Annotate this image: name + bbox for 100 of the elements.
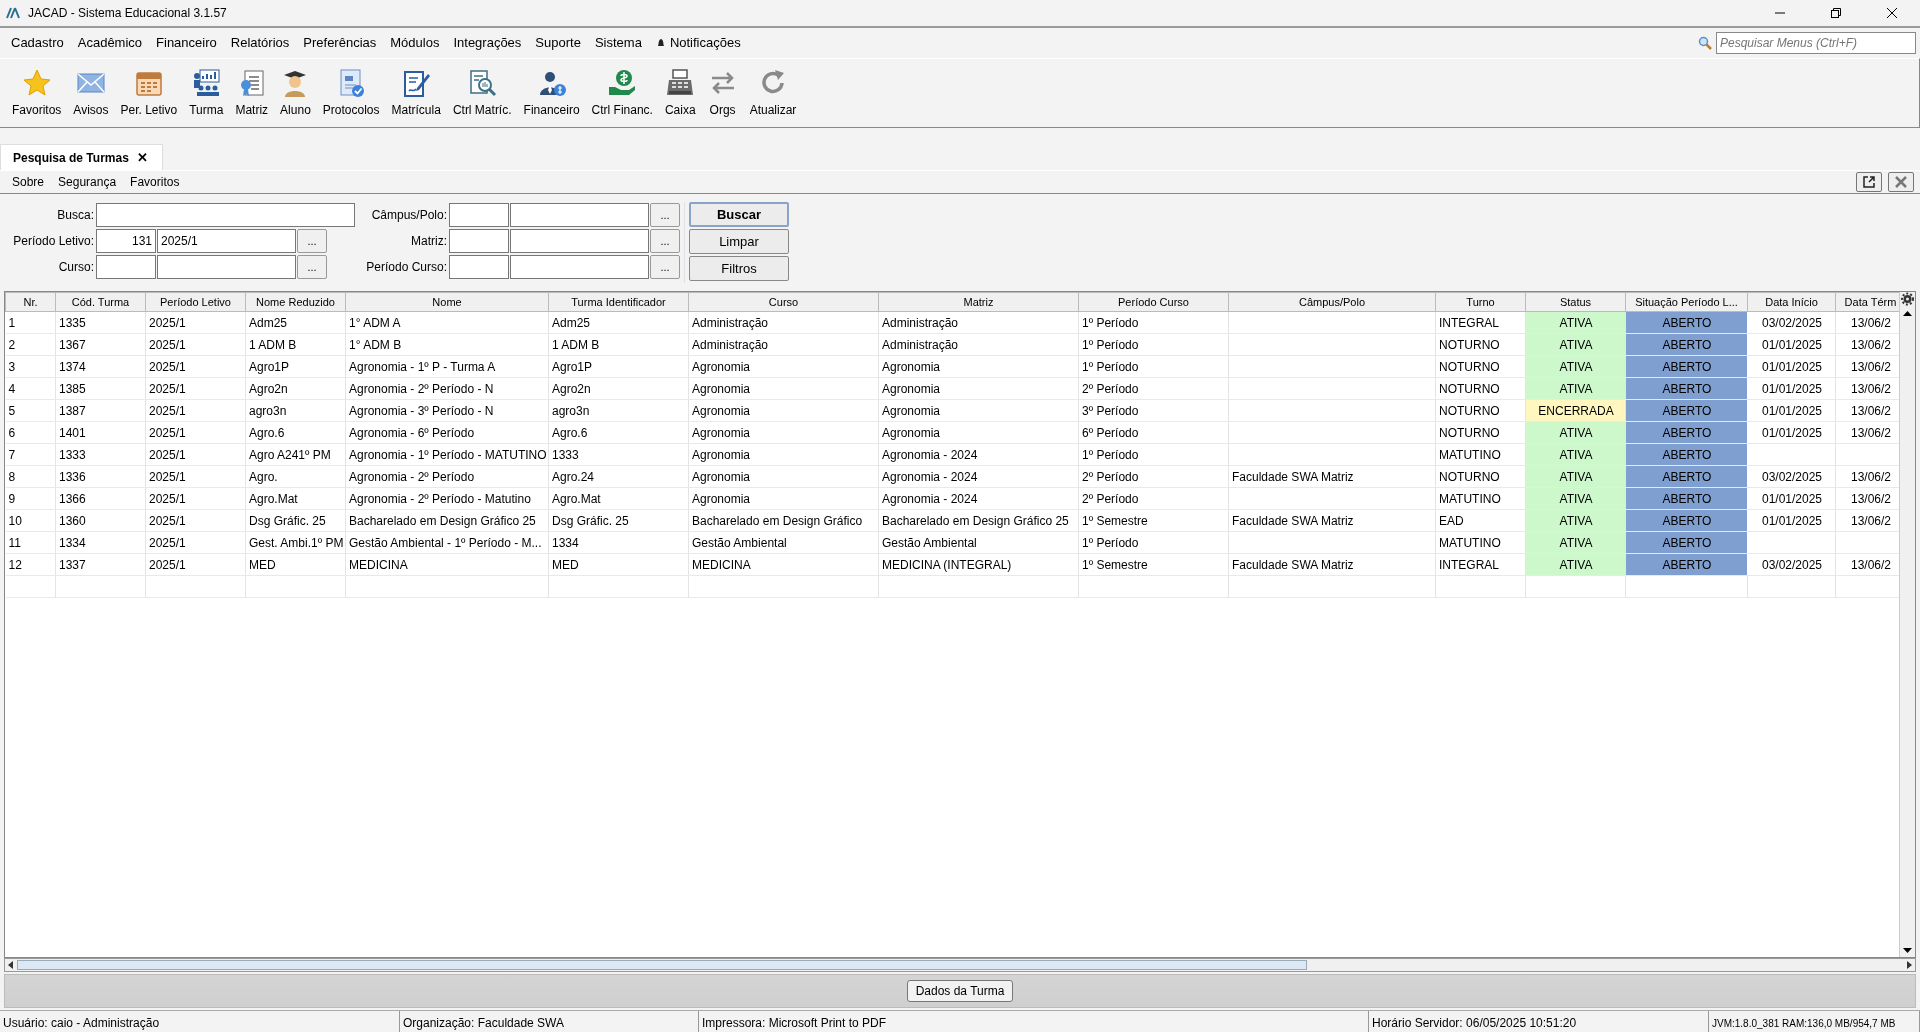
table-cell: 1º Período [1078,531,1229,554]
table-cell: 1335 [55,311,146,334]
menu-item[interactable]: Preferências [296,31,384,55]
column-header[interactable]: Câmpus/Polo [1228,292,1436,312]
table-cell: 1º Semestre [1078,509,1229,532]
table-cell: 01/01/2025 [1747,333,1836,356]
notifications-menu[interactable]: Notificações [648,31,748,55]
tab[interactable]: Pesquisa de Turmas ✕ [0,144,163,170]
column-header[interactable]: Matriz [878,292,1079,312]
value-field[interactable] [157,255,296,279]
toolbar-button[interactable]: Ctrl Matríc. [446,68,518,119]
menu-item[interactable]: Sobre [6,173,53,191]
tab-close-button[interactable]: ✕ [136,147,148,168]
table-cell: Agronomia [878,399,1079,422]
search-field[interactable] [96,203,355,227]
table-cell: 01/01/2025 [1747,399,1836,422]
status-text: Impressora: Microsoft Print to PDF [699,1011,1369,1032]
toolbar-button[interactable]: Caixa [658,68,702,119]
close-button[interactable] [1888,172,1914,192]
table-cell: Agro1P [548,355,689,378]
table-cell: 2025/1 [145,421,246,444]
toolbar-button[interactable]: Financeiro [517,68,586,119]
column-header[interactable]: Turma Identificador [548,292,689,312]
toolbar-button[interactable]: Aluno [274,68,317,119]
menu-item[interactable]: Relatórios [223,31,297,55]
menu-item[interactable]: Favoritos [124,173,188,191]
table-cell: 01/01/2025 [1747,509,1836,532]
code-field[interactable] [449,229,509,253]
table-cell: 2025/1 [145,531,246,554]
table-cell: 1337 [55,553,146,576]
column-header[interactable]: Cód. Turma [55,292,146,312]
table-cell: 03/02/2025 [1747,311,1836,334]
column-header[interactable]: Status [1525,292,1626,312]
column-header[interactable]: Nome Reduzido [245,292,346,312]
value-field[interactable]: 2025/1 [157,229,296,253]
column-header[interactable]: Período Curso [1078,292,1229,312]
lookup-button[interactable]: ... [650,255,680,279]
column-header[interactable]: Data Início [1747,292,1836,312]
column-header[interactable]: Nr. [5,292,56,312]
lookup-button[interactable]: ... [650,229,680,253]
code-field[interactable]: 131 [96,229,156,253]
column-header[interactable]: Data Térm [1835,292,1899,312]
toolbar-button[interactable]: Protocolos [316,68,386,119]
table-cell: 2025/1 [145,487,246,510]
toolbar-button[interactable]: Turma [183,68,230,119]
column-header[interactable]: Turno [1435,292,1526,312]
table-cell: 1° ADM B [345,333,549,356]
settings-icon[interactable] [1900,292,1915,306]
table-cell: INTEGRAL [1435,311,1526,334]
toolbar-button[interactable]: Ctrl Financ. [585,68,659,119]
table-cell: Agronomia [688,465,879,488]
dados-da-turma-button[interactable]: Dados da Turma [906,980,1014,1002]
horizontal-scrollbar[interactable] [4,958,1916,972]
popout-button[interactable] [1856,172,1882,192]
lookup-button[interactable]: ... [650,203,680,227]
document-pen-icon [401,68,432,98]
toolbar-button[interactable]: Avisos [67,68,115,119]
table-cell: 2025/1 [145,443,246,466]
table-cell: 1334 [548,531,689,554]
toolbar-button[interactable]: Matrícula [385,68,447,119]
menu-item[interactable]: Financeiro [149,31,224,55]
search-button[interactable]: Limpar [689,229,789,254]
value-field[interactable] [510,229,649,253]
column-header[interactable]: Período Letivo [145,292,246,312]
table-cell: Dsg Gráfic. 25 [548,509,689,532]
toolbar-button[interactable]: Favoritos [6,68,68,119]
column-header[interactable]: Curso [688,292,879,312]
menu-item[interactable]: Integrações [446,31,529,55]
value-field[interactable] [510,203,649,227]
lookup-button[interactable]: ... [297,229,327,253]
menu-item[interactable]: Acadêmico [70,31,150,55]
table-cell: 1 ADM B [548,333,689,356]
toolbar-button[interactable]: Atualizar [743,68,803,119]
search-button[interactable]: Filtros [689,256,789,281]
column-header[interactable]: Nome [345,292,549,312]
menu-item[interactable]: Módulos [383,31,447,55]
hand-dollar-icon [607,68,638,98]
menu-search-field[interactable]: Pesquisar Menus (Ctrl+F) [1716,32,1916,54]
table-cell: Gestão Ambiental - 1º Período - M... [345,531,549,554]
value-field[interactable] [510,255,649,279]
search-button[interactable]: Buscar [689,202,789,227]
menu-item[interactable]: Sistema [587,31,649,55]
toolbar-button[interactable]: Matriz [229,68,275,119]
table-cell: MEDICINA (INTEGRAL) [878,553,1079,576]
table-cell: 2025/1 [145,553,246,576]
table-cell: Agro A241º PM [245,443,346,466]
table-cell: 2º Período [1078,377,1229,400]
toolbar-button[interactable]: Per. Letivo [114,68,184,119]
code-field[interactable] [449,255,509,279]
table-cell: 1401 [55,421,146,444]
menu-item[interactable]: Suporte [528,31,588,55]
toolbar-button[interactable]: Orgs [701,68,744,119]
column-header[interactable]: Situação Período L... [1625,292,1748,312]
table-cell: 1 [5,311,56,334]
menu-item[interactable]: Cadastro [4,31,71,55]
code-field[interactable] [96,255,156,279]
table-cell: Agronomia [688,377,879,400]
lookup-button[interactable]: ... [297,255,327,279]
menu-item[interactable]: Segurança [52,173,125,191]
code-field[interactable] [449,203,509,227]
